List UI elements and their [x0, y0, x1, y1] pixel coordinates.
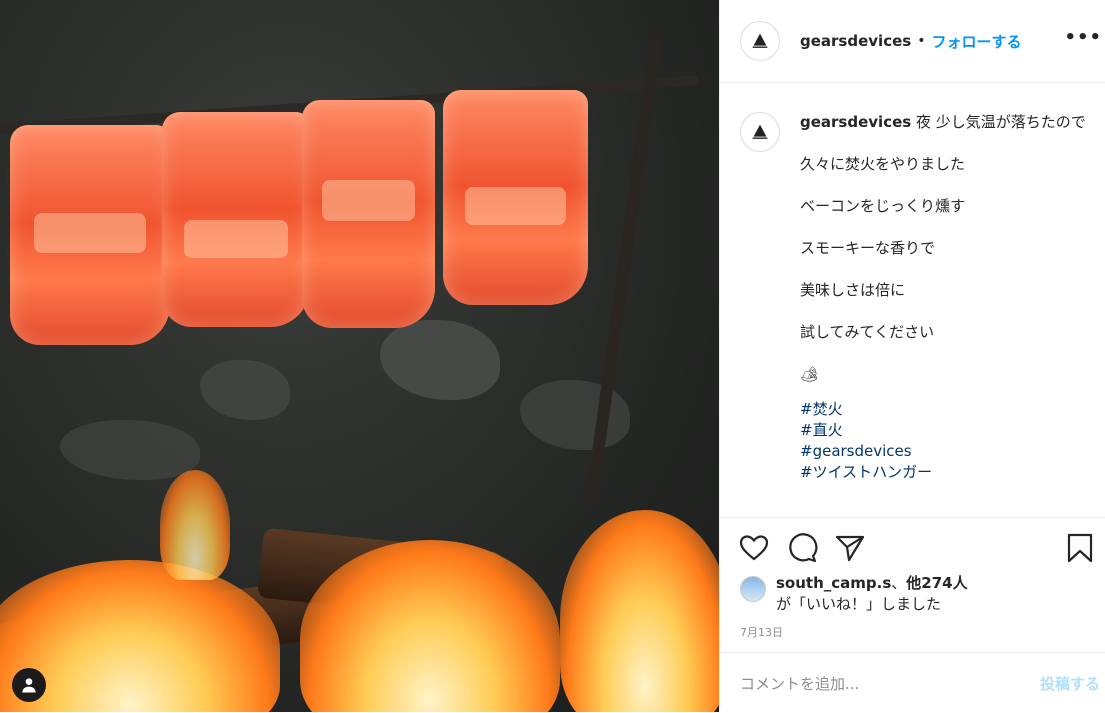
hashtag-link[interactable]: #焚火 [800, 399, 1090, 420]
header-username[interactable]: gearsdevices [800, 32, 911, 50]
hashtag-link[interactable]: #gearsdevices [800, 441, 1090, 462]
likes-suffix: が「いいね！」しました [776, 595, 942, 613]
likes-text: south_camp.s、他274人 が「いいね！」しました [776, 573, 968, 615]
bacon-slice [302, 100, 435, 328]
rock [60, 420, 200, 480]
more-icon[interactable]: ••• [1064, 27, 1102, 48]
liker-username[interactable]: south_camp.s [776, 574, 891, 592]
heart-icon[interactable] [738, 532, 770, 564]
caption-line: スモーキーな香りで [800, 239, 936, 257]
share-icon[interactable] [834, 532, 866, 564]
likes-separator: 、 [891, 574, 907, 592]
caption-line: 試してみてください [800, 323, 935, 341]
fire-flame [160, 470, 230, 580]
camping-emoji: 🏕 [800, 365, 820, 383]
post-actions: south_camp.s、他274人 が「いいね！」しました 7月13日 [720, 517, 1105, 668]
brand-logo-icon [752, 33, 768, 48]
avatar[interactable] [740, 112, 780, 152]
user-icon [22, 678, 36, 693]
brand-logo-icon [752, 124, 768, 139]
comment-bar: コメントを追加... 投稿する [720, 652, 1105, 713]
post-date[interactable]: 7月13日 [740, 624, 783, 640]
caption-text: gearsdevices 夜 少し気温が落ちたので 久々に焚火をやりました ベー… [800, 112, 1090, 483]
bacon-slice [443, 90, 588, 305]
caption-line: 美味しさは倍に [800, 281, 906, 299]
follow-button[interactable]: フォローする [931, 31, 1021, 52]
hashtag-list: #焚火 #直火 #gearsdevices #ツイストハンガー [800, 399, 1090, 483]
rock [520, 380, 630, 450]
post-side-panel: gearsdevices • フォローする ••• gearsdevices 夜… [719, 0, 1105, 712]
hashtag-link[interactable]: #直火 [800, 420, 1090, 441]
caption-first-line: 夜 少し気温が落ちたので [915, 113, 1086, 131]
caption: gearsdevices 夜 少し気温が落ちたので 久々に焚火をやりました ベー… [720, 100, 1105, 515]
caption-username[interactable]: gearsdevices [800, 113, 911, 131]
bacon-slice [10, 125, 170, 345]
comment-input[interactable]: コメントを追加... [740, 673, 859, 694]
separator-dot: • [917, 33, 926, 49]
rock [380, 320, 500, 400]
likes-summary: south_camp.s、他274人 が「いいね！」しました [740, 573, 968, 615]
action-icons [738, 532, 1096, 566]
caption-line: ベーコンをじっくり燻す [800, 197, 966, 215]
avatar[interactable] [740, 21, 780, 61]
bacon-slice [162, 112, 310, 327]
avatar[interactable] [740, 576, 766, 602]
post-header: gearsdevices • フォローする ••• [720, 0, 1105, 83]
fire-flame [560, 510, 719, 712]
likes-count[interactable]: 他274人 [906, 574, 967, 592]
hashtag-link[interactable]: #ツイストハンガー [800, 462, 1090, 483]
rock [200, 360, 290, 420]
post-photo[interactable] [0, 0, 719, 712]
comment-icon[interactable] [786, 532, 818, 564]
tagged-users-button[interactable] [12, 668, 46, 702]
bookmark-icon[interactable] [1064, 532, 1096, 564]
caption-line: 久々に焚火をやりました [800, 155, 966, 173]
post-comment-button[interactable]: 投稿する [1040, 673, 1100, 694]
